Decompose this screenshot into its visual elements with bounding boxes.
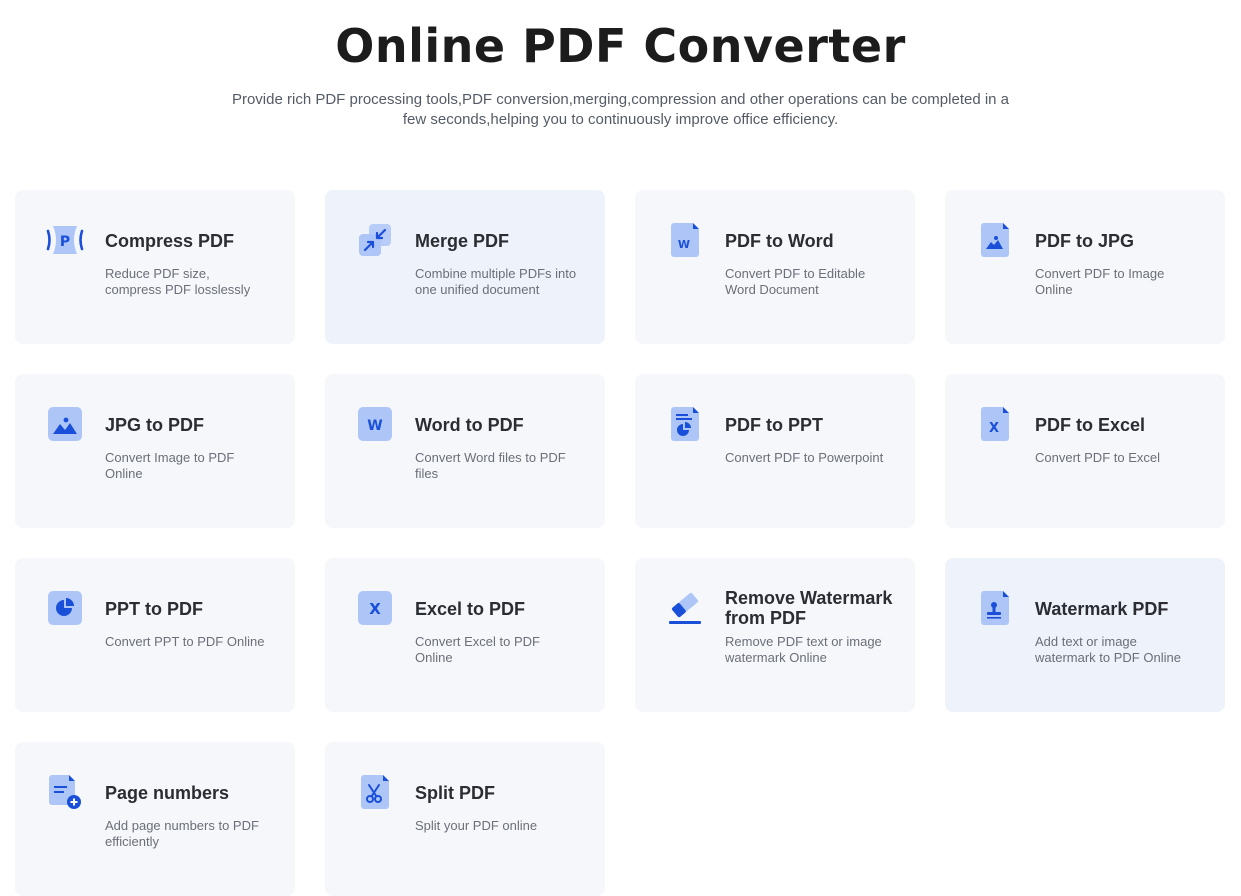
tool-title: PPT to PDF xyxy=(105,599,203,619)
tool-description: Convert PDF to Image Online xyxy=(1035,266,1165,297)
tool-title: Page numbers xyxy=(105,783,230,803)
tool-card-excel-to-pdf[interactable]: X Excel to PDF Convert Excel to PDF Online xyxy=(325,558,605,712)
tool-card-watermark-pdf[interactable]: Watermark PDF Add text or image watermark… xyxy=(945,558,1225,712)
tool-description: Convert PDF to Powerpoint xyxy=(725,450,884,465)
tool-description: Convert Word files to PDF files xyxy=(415,450,566,481)
tool-description: Reduce PDF size, compress PDF losslessly xyxy=(105,266,251,297)
tool-card-ppt-to-pdf[interactable]: PPT to PDF Convert PPT to PDF Online xyxy=(15,558,295,712)
tool-card-word-to-pdf[interactable]: W Word to PDF Convert Word files to PDF fi… xyxy=(325,374,605,528)
tool-card-merge-pdf[interactable]: Merge PDF Combine multiple PDFs into one … xyxy=(325,190,605,344)
svg-text:P: P xyxy=(60,234,70,250)
tool-card-pdf-to-excel[interactable]: X PDF to Excel Convert PDF to Excel xyxy=(945,374,1225,528)
tool-card-remove-watermark-from-pdf[interactable]: Remove Watermark from PDF Remove PDF text… xyxy=(635,558,915,712)
tool-title: PDF to PPT xyxy=(725,415,823,435)
word-document-icon: W xyxy=(665,220,705,260)
tool-title: Watermark PDF xyxy=(1035,599,1169,619)
tool-description: Remove PDF text or image watermark Onlin… xyxy=(725,634,882,665)
tool-title: Word to PDF xyxy=(415,415,524,435)
tool-card-jpg-to-pdf[interactable]: JPG to PDF Convert Image to PDF Online xyxy=(15,374,295,528)
compress-icon: P xyxy=(45,220,85,260)
ppt-document-icon xyxy=(665,404,705,444)
tool-description: Combine multiple PDFs into one unified d… xyxy=(415,266,577,297)
tool-grid: P Compress PDF Reduce PDF size, compress P… xyxy=(15,190,1225,896)
tool-card-split-pdf[interactable]: Split PDF Split your PDF online xyxy=(325,742,605,896)
merge-icon xyxy=(355,220,395,260)
page-number-icon xyxy=(45,772,85,812)
tool-title: Compress PDF xyxy=(105,231,235,251)
tool-title: PDF to Excel xyxy=(1035,415,1146,435)
tool-description: Convert Excel to PDF Online xyxy=(415,634,540,665)
tool-description: Split your PDF online xyxy=(415,818,538,833)
tool-card-pdf-to-word[interactable]: W PDF to Word Convert PDF to Editable Word… xyxy=(635,190,915,344)
tool-description: Convert Image to PDF Online xyxy=(105,450,235,481)
tool-card-pdf-to-ppt[interactable]: PDF to PPT Convert PDF to Powerpoint xyxy=(635,374,915,528)
tool-title: Split PDF xyxy=(415,783,495,803)
tool-title: Excel to PDF xyxy=(415,599,526,619)
tool-description: Convert PDF to Excel xyxy=(1035,450,1160,465)
svg-text:W: W xyxy=(678,238,690,251)
tool-card-compress-pdf[interactable]: P Compress PDF Reduce PDF size, compress P… xyxy=(15,190,295,344)
tool-description: Add page numbers to PDF efficiently xyxy=(105,818,259,849)
svg-text:X: X xyxy=(989,421,999,436)
svg-text:X: X xyxy=(369,600,381,618)
tool-description: Add text or image watermark to PDF Onlin… xyxy=(1035,634,1181,665)
page-subtitle: Provide rich PDF processing tools,PDF co… xyxy=(231,91,1010,128)
eraser-icon xyxy=(665,588,705,628)
excel-document-icon: X xyxy=(975,404,1015,444)
tool-card-page-numbers[interactable]: Page numbers Add page numbers to PDF effi… xyxy=(15,742,295,896)
tool-card-pdf-to-jpg[interactable]: PDF to JPG Convert PDF to Image Online xyxy=(945,190,1225,344)
tool-title: Remove Watermark from PDF xyxy=(725,588,893,628)
svg-text:W: W xyxy=(367,418,382,434)
tool-description: Convert PDF to Editable Word Document xyxy=(725,266,866,297)
tool-title: JPG to PDF xyxy=(105,415,205,435)
excel-icon: X xyxy=(355,588,395,628)
page-title: Online PDF Converter xyxy=(335,19,906,73)
tool-title: PDF to JPG xyxy=(1035,231,1135,251)
stamp-document-icon xyxy=(975,588,1015,628)
tool-title: Merge PDF xyxy=(415,231,510,251)
image-icon xyxy=(45,404,85,444)
word-icon: W xyxy=(355,404,395,444)
image-document-icon xyxy=(975,220,1015,260)
page-header: Online PDF Converter Provide rich PDF pr… xyxy=(0,0,1241,130)
pie-chart-icon xyxy=(45,588,85,628)
scissors-document-icon xyxy=(355,772,395,812)
tool-title: PDF to Word xyxy=(725,231,834,251)
tool-description: Convert PPT to PDF Online xyxy=(105,634,265,649)
